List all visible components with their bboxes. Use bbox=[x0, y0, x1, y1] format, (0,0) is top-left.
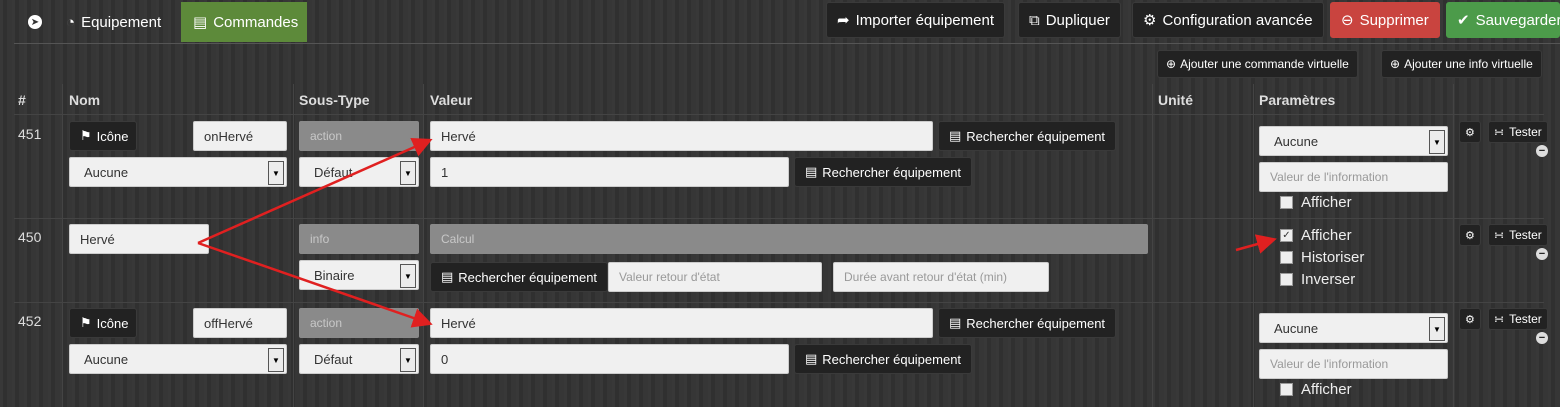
annotation-arrow bbox=[197, 137, 433, 245]
annotation-arrow bbox=[197, 241, 433, 328]
annotation-arrows bbox=[197, 137, 1277, 328]
annotation-arrow bbox=[1235, 234, 1277, 254]
